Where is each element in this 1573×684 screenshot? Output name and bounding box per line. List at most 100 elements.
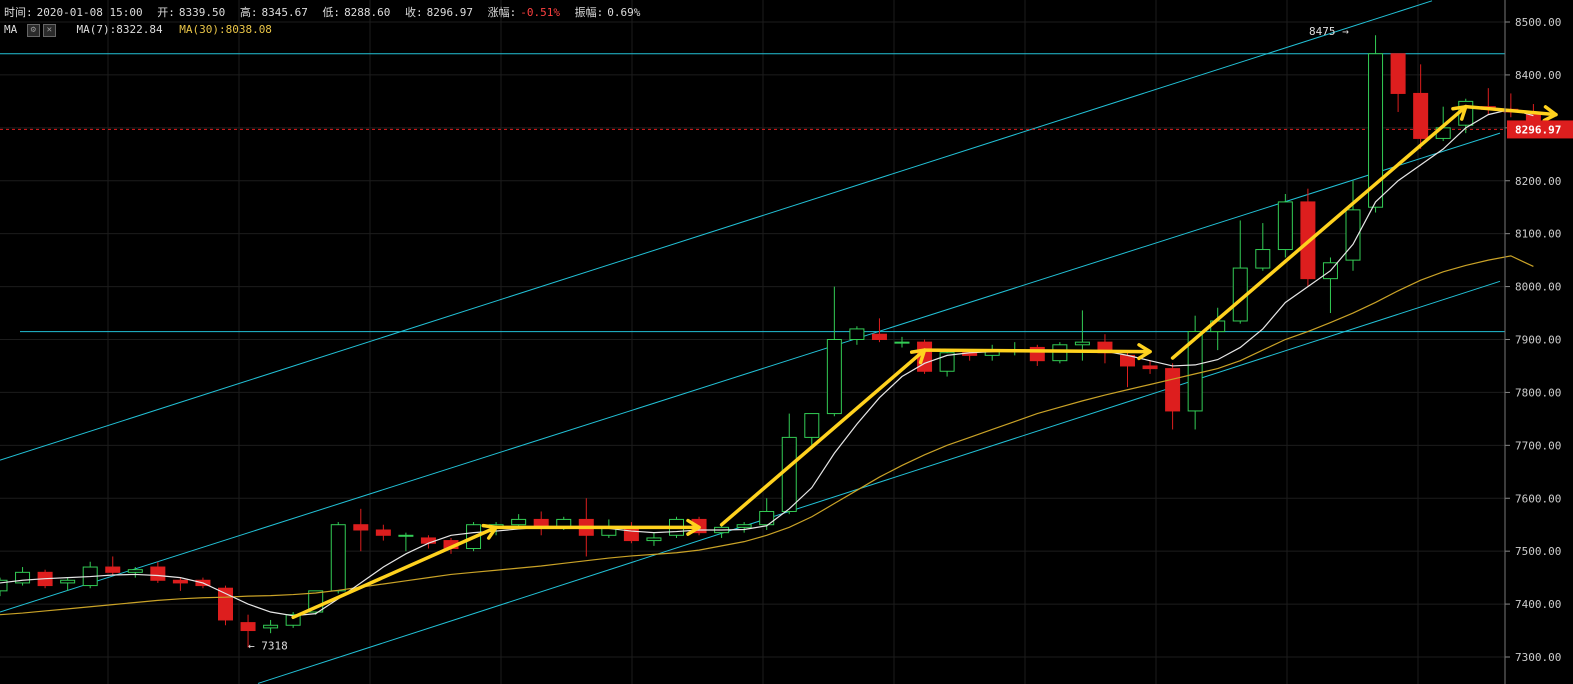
trendline <box>0 0 1433 461</box>
candle-body <box>826 339 842 415</box>
y-tick-label: 8000.00 <box>1515 281 1561 294</box>
candle-body <box>1165 368 1181 412</box>
candle <box>375 524 391 541</box>
price-annotation: ← 7318 <box>248 639 288 652</box>
open-readout: 开: 8339.50 <box>157 6 226 19</box>
close-readout: 收: 8296.97 <box>405 6 474 19</box>
candle <box>15 567 31 586</box>
candle <box>826 286 842 417</box>
y-tick-label: 8100.00 <box>1515 228 1561 241</box>
y-tick-label: 7700.00 <box>1515 439 1561 452</box>
y-tick-label: 7600.00 <box>1515 492 1561 505</box>
candle-body <box>420 537 436 544</box>
y-tick-label: 7800.00 <box>1515 386 1561 399</box>
candle-body <box>330 524 346 592</box>
candle-body <box>150 566 166 581</box>
amplitude-readout: 振幅: 0.69% <box>574 6 641 19</box>
high-readout: 高: 8345.67 <box>239 6 308 19</box>
candle <box>1007 342 1023 356</box>
candle <box>623 522 639 544</box>
candle-body <box>398 534 414 537</box>
candle <box>871 318 887 343</box>
candle <box>1345 180 1361 271</box>
candle <box>263 619 279 634</box>
candle-body <box>894 341 910 344</box>
candle <box>917 339 933 374</box>
trend-arrow <box>1170 104 1468 360</box>
candle <box>1277 193 1293 258</box>
candle <box>646 532 662 546</box>
annotations: ← 7318 8475 → <box>248 25 1349 652</box>
candle <box>984 344 1000 361</box>
candle-body <box>871 333 887 341</box>
candle-body <box>172 579 188 584</box>
candle <box>172 577 188 591</box>
candle <box>1232 220 1248 324</box>
candlesticks <box>0 35 1541 648</box>
ma30-value: MA(30):8038.08 <box>179 23 272 36</box>
candle <box>1165 363 1181 430</box>
candle <box>353 508 369 552</box>
candle-body <box>1390 53 1406 94</box>
candle <box>1097 334 1113 364</box>
candle-body <box>1277 201 1293 251</box>
y-tick-label: 7300.00 <box>1515 651 1561 664</box>
candle <box>1029 344 1045 366</box>
candle <box>849 326 865 345</box>
ohlc-header: 时间: 2020-01-08 15:00 开: 8339.50 高: 8345.67 … <box>4 4 648 20</box>
candle-body <box>375 529 391 536</box>
candle-body <box>105 566 121 573</box>
candle <box>1142 360 1158 374</box>
candle <box>150 561 166 583</box>
candle-body <box>127 569 143 573</box>
y-tick-label: 7900.00 <box>1515 334 1561 347</box>
candle <box>939 350 955 377</box>
candle-body <box>917 341 933 372</box>
price-chart[interactable]: 7300.00 7400.00 7500.00 7600.00 7700.00 7800.… <box>0 0 1573 684</box>
moving-averages <box>0 108 1534 617</box>
candle <box>1074 310 1090 361</box>
candle-body <box>781 436 797 512</box>
arrow-shaft <box>1170 104 1468 360</box>
low-readout: 低: 8288.60 <box>322 6 391 19</box>
candle <box>127 567 143 578</box>
trend-arrow <box>291 523 498 620</box>
ma30-line <box>0 255 1534 616</box>
candle <box>714 524 730 538</box>
candle <box>511 514 527 528</box>
ma7-line <box>0 108 1534 617</box>
candle-body <box>1413 92 1429 139</box>
y-tick-label: 8400.00 <box>1515 69 1561 82</box>
candle <box>533 511 549 536</box>
current-price-label: 8296.97 <box>1515 123 1561 136</box>
candle <box>398 532 414 552</box>
candle-body <box>804 413 820 438</box>
candle-body <box>623 526 639 542</box>
candle-body <box>511 518 527 526</box>
ma7-value: MA(7):8322.84 <box>76 23 163 36</box>
y-tick-label: 7400.00 <box>1515 598 1561 611</box>
candle-body <box>263 624 279 629</box>
candle <box>82 561 98 589</box>
candle-body <box>353 524 369 531</box>
candle <box>1390 53 1406 112</box>
candle <box>1413 64 1429 149</box>
candle-body <box>646 537 662 542</box>
candle <box>1255 223 1271 271</box>
close-icon[interactable]: ✕ <box>42 23 56 37</box>
settings-icon[interactable]: ⚙ <box>26 23 40 37</box>
candle-body <box>736 524 752 528</box>
candle-body <box>1142 365 1158 370</box>
time-readout: 时间: 2020-01-08 15:00 <box>4 6 143 19</box>
y-tick-label: 8200.00 <box>1515 175 1561 188</box>
candle <box>330 522 346 594</box>
indicator-legend: MA ⚙ ✕ MA(7):8322.84 MA(30):8038.08 <box>4 23 272 37</box>
y-tick-label: 8500.00 <box>1515 16 1561 29</box>
candle-body <box>849 328 865 340</box>
y-tick-label: 7500.00 <box>1515 545 1561 558</box>
candle-body <box>1074 341 1090 346</box>
candle-body <box>240 622 256 632</box>
price-annotation: 8475 → <box>1309 25 1349 38</box>
candle <box>1503 93 1519 118</box>
candle-body <box>60 579 76 584</box>
